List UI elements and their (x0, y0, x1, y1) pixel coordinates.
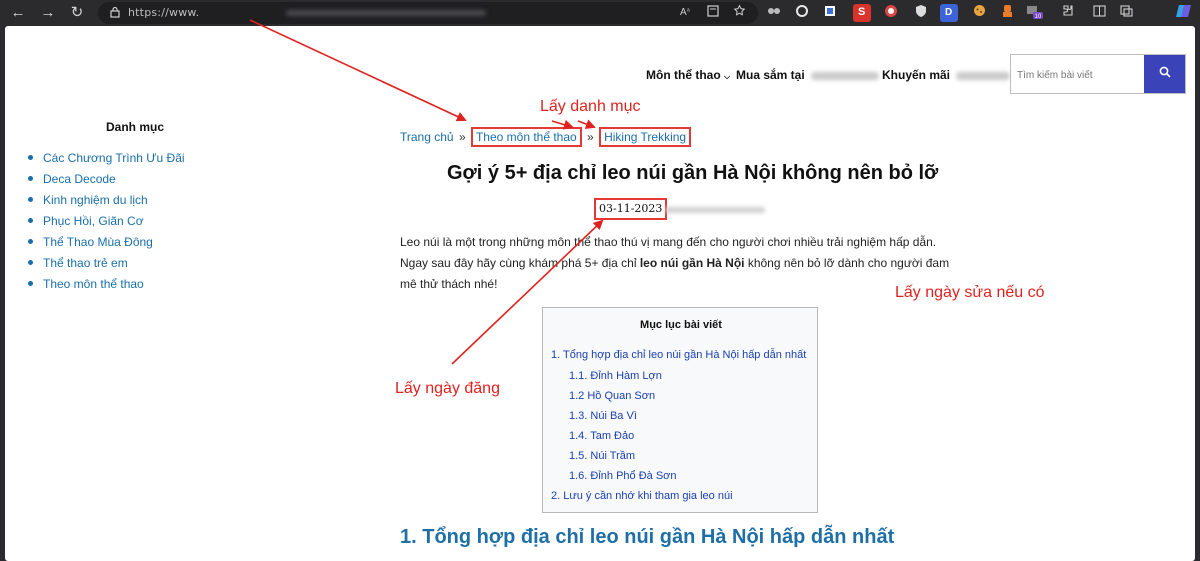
sidebar-category-list: Các Chương Trình Ưu Đãi Deca Decode Kinh… (28, 151, 185, 298)
sidebar-title: Danh mục (106, 120, 165, 134)
extensions-icon[interactable] (1058, 4, 1076, 22)
annotation-category: Lấy danh mục (540, 98, 641, 115)
breadcrumb-home[interactable]: Trang chủ (400, 130, 454, 144)
extension-h-icon[interactable] (970, 4, 988, 22)
annotation-modified-date: Lấy ngày sửa nếu có (895, 284, 1045, 301)
favorite-star-icon[interactable] (730, 4, 748, 22)
nav-shopping-link[interactable]: Mua sắm tại (736, 68, 880, 82)
extension-f-icon[interactable] (912, 4, 930, 22)
extension-d-icon[interactable]: S (853, 4, 871, 22)
nav-promo-link[interactable]: Khuyến mãi (882, 68, 1011, 82)
search-button[interactable] (1144, 55, 1185, 93)
search-input[interactable] (1017, 67, 1137, 83)
sidebar-item[interactable]: Theo môn thể thao (28, 277, 185, 298)
immersive-reader-icon[interactable] (704, 4, 722, 22)
extension-c-icon[interactable] (821, 4, 839, 22)
reload-icon[interactable]: ↻ (68, 4, 86, 22)
breadcrumb-subcategory[interactable]: Hiking Trekking (599, 127, 692, 147)
extension-a-icon[interactable] (765, 4, 783, 22)
extension-e-icon[interactable] (882, 4, 900, 22)
svg-text:A: A (680, 7, 687, 17)
intro-paragraph: Leo núi là một trong những môn thể thao … (400, 232, 950, 295)
browser-toolbar: ← → ↻ https://www. Aᵃ S D 10 (0, 0, 1200, 26)
table-of-contents: Mục lục bài viết 1. Tổng hợp địa chỉ leo… (542, 307, 818, 513)
breadcrumb: Trang chủ » Theo môn thể thao » Hiking T… (400, 127, 692, 147)
toc-item[interactable]: 1.3. Núi Ba Vì (569, 410, 637, 422)
sidebar-item[interactable]: Deca Decode (28, 172, 185, 193)
breadcrumb-category[interactable]: Theo môn thể thao (470, 127, 582, 147)
breadcrumb-separator: » (587, 130, 594, 144)
toc-title: Mục lục bài viết (640, 319, 722, 331)
toc-item[interactable]: 1.6. Đỉnh Phổ Đà Sơn (569, 470, 677, 482)
forward-icon[interactable]: → (39, 4, 57, 22)
toc-item[interactable]: 1.4. Tam Đảo (569, 430, 634, 442)
redacted-text (956, 71, 1011, 80)
nav-shopping-label: Mua sắm tại (736, 68, 805, 82)
extension-g-icon[interactable]: D (940, 4, 958, 22)
extension-b-icon[interactable] (793, 4, 811, 22)
nav-sports-label: Môn thể thao (646, 68, 721, 82)
search-icon (1159, 65, 1171, 83)
address-bar[interactable]: https://www. (98, 2, 758, 24)
search-form (1010, 54, 1186, 94)
url-redacted (286, 10, 486, 16)
post-author-redacted (665, 207, 765, 213)
toc-item[interactable]: 2. Lưu ý cần nhớ khi tham gia leo núi (551, 490, 733, 502)
sidebar-item[interactable]: Thể Thao Mùa Đông (28, 235, 185, 256)
toc-item[interactable]: 1.5. Núi Trầm (569, 450, 635, 462)
extension-i-icon[interactable] (998, 4, 1016, 22)
extension-j-icon[interactable]: 10 (1026, 4, 1044, 22)
sidebar-item[interactable]: Các Chương Trình Ưu Đãi (28, 151, 185, 172)
section-heading: 1. Tổng hợp địa chỉ leo núi gần Hà Nội h… (400, 526, 895, 548)
chevron-down-icon: ⌵ (724, 72, 731, 81)
extension-badge: 10 (1035, 14, 1042, 20)
browser-window: ← → ↻ https://www. Aᵃ S D 10 Môn thể tha… (0, 0, 1200, 561)
read-aloud-icon[interactable]: Aᵃ (678, 4, 696, 22)
annotation-published-date: Lấy ngày đăng (395, 380, 500, 397)
svg-text:ᵃ: ᵃ (687, 8, 690, 15)
toc-item[interactable]: 1. Tổng hợp địa chỉ leo núi gần Hà Nội h… (551, 349, 806, 361)
toc-item[interactable]: 1.1. Đỉnh Hàm Lợn (569, 370, 662, 382)
sidebar-item[interactable]: Phục Hồi, Giãn Cơ (28, 214, 185, 235)
breadcrumb-separator: » (458, 130, 466, 144)
back-icon[interactable]: ← (9, 4, 27, 22)
nav-sports-menu[interactable]: Môn thể thao ⌵ (646, 68, 730, 82)
nav-promo-label: Khuyến mãi (882, 68, 951, 82)
collections-icon[interactable] (1117, 4, 1135, 22)
svg-text:S: S (858, 6, 865, 17)
post-date: 03-11-2023 (594, 198, 668, 220)
split-screen-icon[interactable] (1090, 4, 1108, 22)
post-title: Gợi ý 5+ địa chỉ leo núi gần Hà Nội khôn… (447, 162, 939, 184)
sidebar-item[interactable]: Kinh nghiệm du lịch (28, 193, 185, 214)
redacted-text (811, 71, 880, 80)
svg-text:D: D (945, 7, 952, 17)
toc-item[interactable]: 1.2 Hồ Quan Sơn (569, 390, 655, 402)
intro-keyword: leo núi gần Hà Nội (639, 256, 745, 270)
sidebar-item[interactable]: Thể thao trẻ em (28, 256, 185, 277)
copilot-icon[interactable] (1174, 4, 1192, 22)
lock-icon (108, 6, 122, 20)
url-text: https://www. (128, 6, 200, 19)
